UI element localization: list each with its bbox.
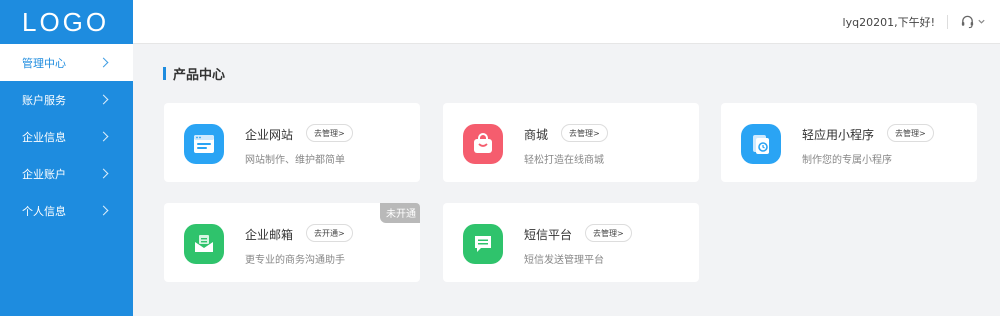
- product-description: 制作您的专属小程序: [802, 155, 892, 166]
- status-badge: 未开通: [380, 203, 420, 223]
- product-description: 短信发送管理平台: [524, 255, 604, 266]
- manage-button[interactable]: 去管理>: [887, 124, 934, 142]
- product-card-mini-program[interactable]: 轻应用小程序 去管理> 制作您的专属小程序: [721, 103, 977, 182]
- product-name: 商城: [524, 128, 549, 142]
- manage-button[interactable]: 去管理>: [561, 124, 608, 142]
- product-description: 更专业的商务沟通助手: [245, 255, 345, 266]
- top-header: lyq20201,下午好!: [133, 0, 1000, 44]
- headset-icon: [961, 15, 974, 29]
- chevron-right-icon: [98, 205, 109, 216]
- product-description: 轻松打造在线商城: [524, 155, 604, 166]
- website-icon: [184, 124, 224, 164]
- product-card-website[interactable]: 企业网站 去管理> 网站制作、维护都简单: [164, 103, 420, 182]
- chevron-right-icon: [98, 131, 109, 142]
- logo: LOGO: [0, 0, 133, 44]
- chevron-right-icon: [98, 94, 109, 105]
- section-accent-bar: [163, 67, 166, 80]
- sidebar-item-label: 管理中心: [22, 56, 66, 70]
- sidebar-item-management-center[interactable]: 管理中心: [0, 44, 133, 81]
- shopping-bag-icon: [463, 124, 503, 164]
- section-title: 产品中心: [173, 68, 226, 83]
- sidebar-item-label: 企业账户: [22, 167, 66, 181]
- sidebar-item-label: 个人信息: [22, 204, 66, 218]
- mini-program-icon: [741, 124, 781, 164]
- sidebar-item-personal-info[interactable]: 个人信息: [0, 192, 133, 229]
- manage-button[interactable]: 去管理>: [585, 224, 632, 242]
- sms-icon: [463, 224, 503, 264]
- activate-button[interactable]: 去开通>: [306, 224, 353, 242]
- product-name: 轻应用小程序: [802, 128, 875, 142]
- product-description: 网站制作、维护都简单: [245, 155, 345, 166]
- divider: [947, 14, 948, 29]
- manage-button[interactable]: 去管理>: [306, 124, 353, 142]
- sidebar-item-label: 账户服务: [22, 93, 66, 107]
- chevron-right-icon: [98, 57, 109, 68]
- sidebar-item-label: 企业信息: [22, 130, 66, 144]
- sidebar-item-account-services[interactable]: 账户服务: [0, 81, 133, 118]
- customer-support-button[interactable]: [960, 14, 986, 29]
- product-name: 企业网站: [245, 128, 294, 142]
- product-card-enterprise-mail[interactable]: 未开通 企业邮箱 去开通> 更专业的商务沟通助手: [164, 203, 420, 282]
- chevron-down-icon: [978, 19, 985, 24]
- chevron-right-icon: [98, 168, 109, 179]
- user-greeting: lyq20201,下午好!: [842, 15, 935, 29]
- sidebar-item-company-account[interactable]: 企业账户: [0, 155, 133, 192]
- product-card-mall[interactable]: 商城 去管理> 轻松打造在线商城: [443, 103, 699, 182]
- sidebar: LOGO 管理中心 账户服务 企业信息 企业账户 个人信息: [0, 0, 133, 316]
- product-card-sms-platform[interactable]: 短信平台 去管理> 短信发送管理平台: [443, 203, 699, 282]
- product-name: 短信平台: [524, 228, 573, 242]
- section-header: 产品中心: [163, 64, 225, 83]
- mail-icon: [184, 224, 224, 264]
- product-name: 企业邮箱: [245, 228, 294, 242]
- sidebar-item-company-info[interactable]: 企业信息: [0, 118, 133, 155]
